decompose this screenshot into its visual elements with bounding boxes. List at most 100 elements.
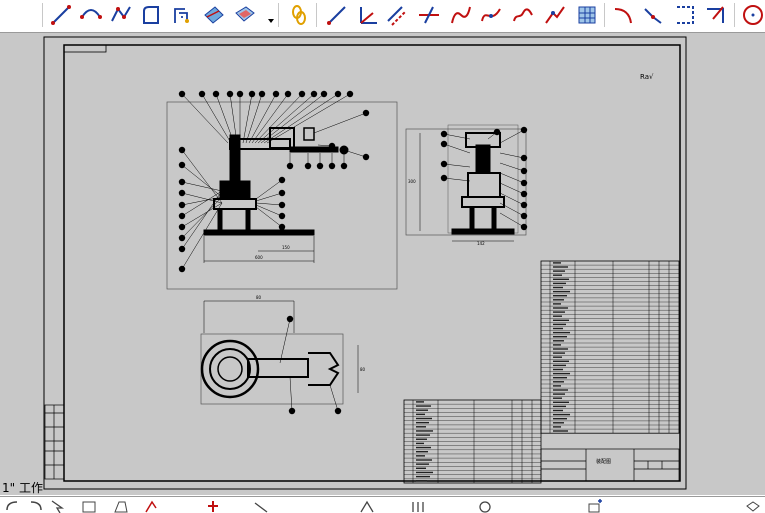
part-balloon	[236, 90, 244, 98]
detail-icon[interactable]	[410, 498, 428, 513]
parts-list-cell-mark	[553, 381, 564, 383]
surface-tool-icon[interactable]	[232, 2, 258, 28]
parts-list-cell-mark	[553, 266, 568, 268]
part-balloon	[258, 90, 266, 98]
cross-line-tool-icon[interactable]	[416, 2, 442, 28]
parts-list-cell-mark	[553, 307, 568, 309]
sketch-icon[interactable]	[142, 498, 160, 513]
part-balloon	[248, 90, 256, 98]
part-balloon	[440, 140, 448, 148]
part-balloon	[440, 130, 448, 138]
parts-list-cell-mark	[553, 299, 564, 301]
select-icon[interactable]	[48, 498, 66, 513]
drawing-sheet: Ra√ 600 150 142 300 80 80 装配图	[43, 36, 687, 490]
part-balloon	[520, 179, 528, 187]
parts-list-cell-mark	[553, 262, 561, 264]
part-balloon	[178, 161, 186, 169]
plane-tool-icon[interactable]	[200, 2, 226, 28]
break-tool-icon[interactable]	[702, 2, 728, 28]
part-balloon	[304, 162, 312, 170]
parts-list-cell-mark	[416, 442, 424, 445]
dimension-icon[interactable]	[204, 498, 222, 513]
connect-tool-icon[interactable]	[542, 2, 568, 28]
parts-list-cell-mark	[553, 290, 570, 293]
freehand-tool-icon[interactable]	[510, 2, 536, 28]
part-balloon	[362, 109, 370, 117]
parts-list-cell-mark	[553, 331, 570, 334]
drawing-canvas[interactable]: Ra√ 600 150 142 300 80 80 装配图 1" 工作	[0, 33, 765, 495]
surface-dropdown-chevron-down-icon[interactable]	[258, 2, 284, 28]
dim-plan-height: 80	[360, 367, 366, 372]
parts-list-cell-mark	[553, 360, 569, 362]
pan-icon[interactable]	[80, 498, 98, 513]
layer-icon[interactable]	[586, 498, 604, 513]
parts-list-cell-mark	[553, 323, 566, 326]
dim-base-width: 600	[255, 255, 263, 260]
parts-list-cell-mark	[553, 413, 570, 416]
part-balloon	[310, 90, 318, 98]
spline-tool-icon[interactable]	[478, 2, 504, 28]
grid-tool-icon[interactable]	[574, 2, 600, 28]
part-balloon	[178, 265, 186, 273]
parts-list-cell-mark	[416, 480, 427, 482]
part-balloon	[278, 201, 286, 209]
part-balloon	[316, 162, 324, 170]
parts-list-cell-mark	[416, 417, 432, 420]
part-balloon	[340, 162, 348, 170]
side-base-plate	[451, 228, 515, 235]
section-icon[interactable]	[358, 498, 376, 513]
part-balloon	[520, 126, 528, 134]
parts-list-cell-mark	[553, 327, 563, 330]
zoom-icon[interactable]	[112, 498, 130, 513]
toolbar-separator	[278, 3, 279, 27]
part-balloon	[328, 142, 336, 150]
parts-list-cell-mark	[553, 295, 567, 297]
side-left-pillar	[469, 206, 475, 230]
parts-list-cell-mark	[553, 385, 561, 387]
parts-list-cell-mark	[553, 352, 565, 354]
properties-icon[interactable]	[476, 498, 494, 513]
fillet-tool-icon[interactable]	[610, 2, 636, 28]
polyline-tool-icon[interactable]	[108, 2, 134, 28]
dim-side-height: 300	[408, 179, 416, 184]
axis-tool-icon[interactable]	[354, 2, 380, 28]
parallel-line-tool-icon[interactable]	[384, 2, 410, 28]
trim-tool-icon[interactable]	[640, 2, 666, 28]
parts-list-cell-mark	[416, 459, 432, 461]
parts-list-cell-mark	[553, 405, 566, 408]
parts-list-cell-mark	[416, 463, 429, 465]
parts-list-cell-mark	[553, 409, 563, 412]
parts-list-cell-mark	[553, 430, 568, 432]
part-balloon	[278, 223, 286, 231]
toolbar-separator	[604, 3, 605, 27]
extend-tool-icon[interactable]	[672, 2, 698, 28]
parts-list-cell-mark	[553, 286, 563, 289]
side-right-pillar	[491, 206, 497, 230]
part-balloon	[178, 212, 186, 220]
front-right-pillar	[245, 208, 251, 232]
roughness-mark: Ra√	[640, 73, 654, 81]
view-icon[interactable]	[252, 498, 270, 513]
spiral-tool-icon[interactable]	[168, 2, 194, 28]
part-balloon	[286, 315, 294, 323]
parts-list-lower	[403, 399, 542, 484]
chain-tool-icon[interactable]	[286, 2, 312, 28]
undo-icon[interactable]	[4, 498, 22, 513]
part-balloon	[178, 189, 186, 197]
shape-tool-icon[interactable]	[138, 2, 164, 28]
settings-icon[interactable]	[744, 498, 762, 513]
part-balloon	[334, 407, 342, 415]
part-balloon	[178, 178, 186, 186]
part-balloon	[284, 90, 292, 98]
front-motor-block	[219, 180, 251, 200]
redo-icon[interactable]	[26, 498, 44, 513]
parts-list-cell-mark	[416, 421, 429, 424]
part-balloon	[440, 160, 448, 168]
arc-tool-icon[interactable]	[78, 2, 104, 28]
circle-tool-icon[interactable]	[740, 2, 765, 28]
line-tool-icon[interactable]	[48, 2, 74, 28]
ray-tool-icon[interactable]	[324, 2, 350, 28]
toolbar-separator	[42, 3, 43, 27]
curve-tool-icon[interactable]	[448, 2, 474, 28]
part-balloon	[520, 201, 528, 209]
